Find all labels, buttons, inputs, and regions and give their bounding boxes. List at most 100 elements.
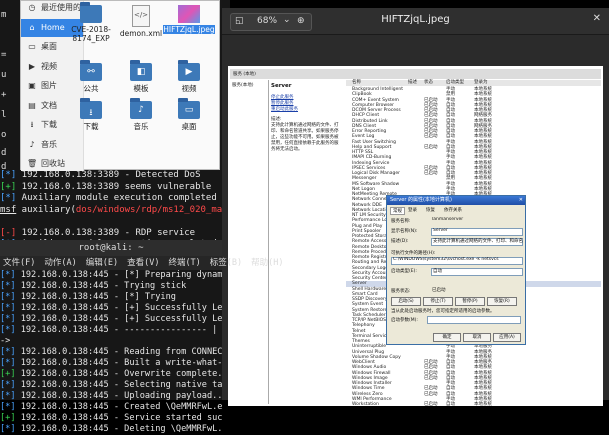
terminal-text: 192.168.0.138:445 - Built a write-what-w… [20,358,222,368]
terminal-line: [*] 192.168.0.138:445 - [+] Successfully… [0,303,222,314]
table-cell: 已启动 [424,402,438,407]
terminal-line: [*] 192.168.0.138:445 - Uploading payloa… [0,391,222,402]
folder-item[interactable]: ▶ 视频 [163,60,215,94]
service-properties-dialog[interactable]: Server 的属性(本地计算机) ✕ 常规 登录 恢复 依存关系 服务名称: lanm… [386,195,526,345]
terminal-line: [*] 192.168.0.138:445 - [+] Successfully… [0,314,222,325]
image-viewer-window[interactable]: ◱ 68% ⌄ ⊕ HIFTZjqL.jpeg ✕ 服务 (本地) 服务(本地)… [222,8,609,407]
sidebar-item-music[interactable]: ♪ 音乐 [21,136,83,154]
service-action-button[interactable]: 启动(S) [391,297,421,306]
terminal-text: [+] [0,181,17,192]
field-value[interactable]: Server [431,228,523,236]
sidebar-item-label: 图片 [41,81,57,90]
terminal-text: 192.168.0.138:445 - Deleting \QeMMRFwL.e… [20,424,222,434]
field-value[interactable]: 支持此计算机通过网络的文件、打印、和命名管道共享 [431,238,523,246]
folder-item[interactable]: ♪ 音乐 [115,98,167,132]
field-value: lanmanserver [431,217,521,224]
close-icon[interactable]: ✕ [593,13,601,24]
dialog-tab[interactable]: 登录 [408,207,417,213]
folder-item[interactable]: ⭳ 下载 [65,98,117,132]
file-manager-window[interactable]: ◷ 最近使用的 ⌂ Home ▭ 桌面 ▶ 视频 ▣ 图片 ▤ 文档 ⭳ 下载 ♪ 音乐 🗑 回收站 CVE-20… [20,0,220,173]
dialog-title: Server 的属性(本地计算机) [390,197,452,203]
sidebar-item-label: 回收站 [41,159,65,168]
sidebar-item-label: Home [41,22,65,32]
sidebar-item-trash[interactable]: 🗑 回收站 [21,155,83,173]
terminal-fragment: l [1,110,7,120]
file-label: 模板 [133,84,149,93]
folder-item[interactable]: ▭ 桌面 [163,98,215,132]
table-cell: 自动 [446,402,455,407]
desktop-icon: ▭ [28,42,36,51]
xml-file-icon: </> [132,5,150,27]
menu-item[interactable]: 查看(V) [127,258,159,268]
terminal-line: [*] 192.168.0.138:445 - [*] Trying [0,292,222,303]
column-header: 登录为 [474,80,488,85]
terminal-line: -> [0,336,222,347]
image-viewer-headerbar: ◱ 68% ⌄ ⊕ HIFTZjqL.jpeg ✕ [222,8,609,35]
terminal-tag: [*] [0,358,16,368]
terminal-fragment: u [1,70,7,80]
foreground-terminal[interactable]: root@kali: ~ 文件(F) 动作(A) 编辑(E) 查看(V) 终端(T) 标签… [0,240,284,434]
file-item[interactable]: </> demon.xml [115,5,167,38]
terminal-line: [*] 192.168.0.138:445 - Deleting \QeMMRF… [0,424,222,435]
terminal-text: [*] [0,170,17,180]
menu-item[interactable]: 动作(A) [44,258,76,268]
service-action-button[interactable]: 暂停(P) [455,297,485,306]
table-row[interactable]: Workstation 已启动 自动 本地系统 [346,402,601,408]
services-tree: 服务(本地) [230,80,269,404]
service-action-button[interactable]: 停止(T) [423,297,453,306]
menu-item[interactable]: 终端(T) [168,258,200,268]
file-label: 桌面 [181,122,197,131]
terminal-text: 192.168.0.138:3389 - RDP service [16,227,196,238]
terminal-text: 192.168.0.138:445 - [+] Successfully Le [15,303,222,313]
dialog-tab[interactable]: 恢复 [426,207,435,213]
start-param-input[interactable] [427,316,521,324]
menu-item[interactable]: 文件(F) [3,258,35,268]
terminal-tag: [*] [0,314,16,324]
terminal-text: 192.168.0.138:445 - [+] Successfully Le [15,314,222,324]
dialog-button[interactable]: 应用(A) [493,333,521,342]
dialog-button[interactable]: 确定 [433,333,461,342]
terminal-text: dos/windows/rdp/ms12_020_maxchannelids [75,204,230,215]
terminal-output: [*] 192.168.0.138:445 - [*] Preparing dy… [0,270,222,435]
terminal-tag: [*] [0,380,16,390]
menu-item[interactable]: 帮助(H) [251,258,283,268]
folder-icon: ⭳ [80,98,102,119]
terminal-text: 192.168.0.138:445 - Service started succ… [20,413,222,423]
folder-item[interactable]: CVE-2018-8174_EXP [65,2,117,43]
field-value: C:\WINDOWS\system32\svchost.exe -k netsv… [391,257,523,265]
menu-item[interactable]: 标签(B) [210,258,242,268]
dialog-close-icon[interactable]: ✕ [519,196,523,205]
terminal-tag: [*] [0,292,16,302]
dialog-tab[interactable]: 常规 [390,207,405,215]
column-header: 状态 [424,80,433,85]
sidebar-item-label: 文档 [41,100,57,110]
terminal-text: 192.168.0.138:445 - [*] Preparing dynami… [15,270,222,280]
terminal-line: [*] 192.168.0.138:445 - [*] Preparing dy… [0,270,222,281]
terminal-line: [*] 192.168.0.138:445 - Selecting native… [0,380,222,391]
service-link[interactable]: 重启动此服务 [271,106,298,112]
dialog-tab[interactable]: 依存关系 [444,207,462,213]
folder-item[interactable]: ⚯ 公共 [65,60,117,94]
folder-item[interactable]: ◧ 模板 [115,60,167,94]
terminal-text: Auxiliary module execution completed [16,193,217,203]
start-param-hint: 当从此处启动服务时，您可指定所适用的启动参数。 [391,309,495,314]
field-label: 显示名称(N): [391,229,418,234]
terminal-tag: [*] [0,325,16,335]
file-item[interactable]: HIFTZjqL.jpeg [163,5,215,34]
folder-icon: ⚯ [80,60,102,81]
selected-service-name: Server [271,83,292,89]
terminal-text: 192.168.0.138:445 - Trying stick [15,281,187,291]
terminal-line: [+] 192.168.0.138:445 - Overwrite comple… [0,369,222,380]
window-title: HIFTZjqL.jpeg [381,14,450,25]
dialog-title-bar: Server 的属性(本地计算机) ✕ [387,196,525,205]
startup-type-select[interactable]: 自动 [431,268,523,276]
dialog-button[interactable]: 取消 [463,333,491,342]
trash-icon: 🗑 [27,159,38,168]
services-header: 服务 (本地) [230,69,601,79]
menu-item[interactable]: 编辑(E) [86,258,118,268]
field-label: 服务状态: [391,289,411,294]
terminal-title: root@kali: ~ [0,240,222,256]
service-action-button[interactable]: 恢复(R) [487,297,517,306]
terminal-line: [*] 192.168.0.138:445 - Created \QeMMRFw… [0,402,222,413]
document-icon: ▤ [28,100,36,110]
